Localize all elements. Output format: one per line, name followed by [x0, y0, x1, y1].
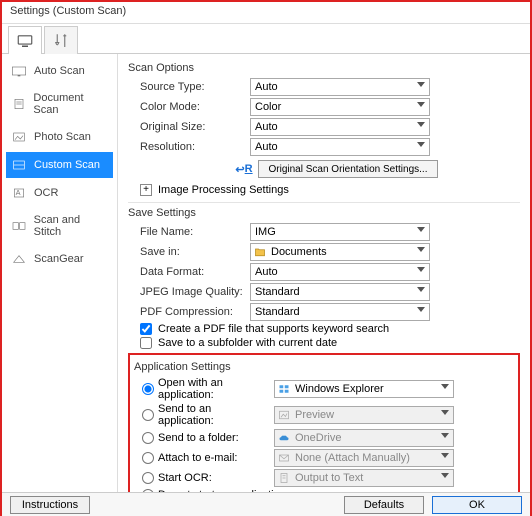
mail-icon	[278, 452, 290, 464]
save-in-select[interactable]: Documents	[250, 243, 430, 261]
color-mode-label: Color Mode:	[128, 101, 244, 113]
window-title: Settings (Custom Scan)	[2, 2, 530, 24]
expand-plus-icon: +	[140, 184, 152, 196]
resolution-label: Resolution:	[128, 141, 244, 153]
attach-email-radio[interactable]: Attach to e-mail:	[136, 452, 268, 464]
sidebar: Auto Scan Document Scan Photo Scan Custo…	[2, 54, 118, 492]
source-type-label: Source Type:	[128, 81, 244, 93]
send-to-folder-radio[interactable]: Send to a folder:	[136, 432, 268, 444]
pdf-keyword-checkbox[interactable]: Create a PDF file that supports keyword …	[140, 323, 520, 335]
send-to-app-radio[interactable]: Send to an application:	[136, 403, 268, 427]
tab-scan-from-computer[interactable]	[8, 26, 42, 54]
sidebar-item-scan-and-stitch[interactable]: Scan and Stitch	[6, 208, 113, 244]
tab-bar	[2, 24, 530, 54]
pdf-compression-select[interactable]: Standard	[250, 303, 430, 321]
send-to-folder-select: OneDrive	[274, 429, 454, 447]
svg-text:A: A	[16, 188, 21, 197]
chevron-down-icon	[417, 307, 425, 312]
jpeg-quality-label: JPEG Image Quality:	[128, 286, 244, 298]
resolution-select[interactable]: Auto	[250, 138, 430, 156]
preview-icon	[278, 409, 290, 421]
application-settings-heading: Application Settings	[134, 361, 512, 373]
document-scan-icon	[10, 97, 27, 111]
original-size-label: Original Size:	[128, 121, 244, 133]
orientation-settings-button[interactable]: Original Scan Orientation Settings...	[258, 160, 438, 178]
data-format-select[interactable]: Auto	[250, 263, 430, 281]
chevron-down-icon	[417, 267, 425, 272]
file-name-input[interactable]: IMG	[250, 223, 430, 241]
color-mode-select[interactable]: Color	[250, 98, 430, 116]
sidebar-item-label: ScanGear	[34, 253, 84, 265]
sidebar-item-label: Document Scan	[33, 92, 109, 116]
scan-options-heading: Scan Options	[128, 62, 520, 74]
auto-scan-icon	[10, 64, 28, 78]
sidebar-item-photo-scan[interactable]: Photo Scan	[6, 124, 113, 150]
chevron-down-icon	[417, 227, 425, 232]
chevron-down-icon	[441, 384, 449, 389]
send-to-app-select: Preview	[274, 406, 454, 424]
data-format-label: Data Format:	[128, 266, 244, 278]
auto-refresh-icon[interactable]: ↩R	[236, 162, 252, 176]
chevron-down-icon	[417, 82, 425, 87]
sidebar-item-label: OCR	[34, 187, 58, 199]
file-name-label: File Name:	[128, 226, 244, 238]
start-ocr-radio[interactable]: Start OCR:	[136, 472, 268, 484]
chevron-down-icon	[417, 102, 425, 107]
sidebar-item-label: Photo Scan	[34, 131, 91, 143]
scangear-icon	[10, 252, 28, 266]
chevron-down-icon	[441, 410, 449, 415]
sidebar-item-ocr[interactable]: A OCR	[6, 180, 113, 206]
photo-scan-icon	[10, 130, 28, 144]
ocr-icon: A	[10, 186, 28, 200]
image-processing-expander[interactable]: + Image Processing Settings	[140, 184, 520, 196]
start-ocr-select: Output to Text	[274, 469, 454, 487]
stitch-icon	[10, 219, 28, 233]
open-with-radio[interactable]: Open with an application:	[136, 377, 268, 401]
custom-scan-icon	[10, 158, 28, 172]
explorer-icon	[278, 383, 290, 395]
source-type-select[interactable]: Auto	[250, 78, 430, 96]
content-pane: Scan Options Source Type: Auto Color Mod…	[118, 54, 530, 492]
save-settings-heading: Save Settings	[128, 207, 520, 219]
sidebar-item-scangear[interactable]: ScanGear	[6, 246, 113, 272]
sidebar-item-label: Custom Scan	[34, 159, 100, 171]
sidebar-item-label: Scan and Stitch	[34, 214, 109, 238]
chevron-down-icon	[417, 247, 425, 252]
chevron-down-icon	[417, 287, 425, 292]
defaults-button[interactable]: Defaults	[344, 496, 424, 514]
sidebar-item-document-scan[interactable]: Document Scan	[6, 86, 113, 122]
jpeg-quality-select[interactable]: Standard	[250, 283, 430, 301]
save-in-label: Save in:	[128, 246, 244, 258]
ok-button[interactable]: OK	[432, 496, 522, 514]
do-not-start-radio[interactable]: Do not start an application	[136, 489, 286, 492]
original-size-select[interactable]: Auto	[250, 118, 430, 136]
image-processing-label: Image Processing Settings	[158, 184, 289, 196]
folder-icon	[254, 246, 266, 258]
subfolder-date-checkbox[interactable]: Save to a subfolder with current date	[140, 337, 520, 349]
chevron-down-icon	[417, 122, 425, 127]
open-with-select[interactable]: Windows Explorer	[274, 380, 454, 398]
sidebar-item-auto-scan[interactable]: Auto Scan	[6, 58, 113, 84]
pdf-compression-label: PDF Compression:	[128, 306, 244, 318]
attach-email-select: None (Attach Manually)	[274, 449, 454, 467]
sidebar-item-label: Auto Scan	[34, 65, 85, 77]
footer: Instructions Defaults OK	[2, 492, 530, 516]
application-settings-section: Application Settings Open with an applic…	[128, 353, 520, 492]
chevron-down-icon	[441, 473, 449, 478]
text-file-icon	[278, 472, 290, 484]
chevron-down-icon	[417, 142, 425, 147]
onedrive-icon	[278, 432, 290, 444]
chevron-down-icon	[441, 453, 449, 458]
tab-tools[interactable]	[44, 26, 78, 54]
chevron-down-icon	[441, 433, 449, 438]
sidebar-item-custom-scan[interactable]: Custom Scan	[6, 152, 113, 178]
instructions-button[interactable]: Instructions	[10, 496, 90, 514]
